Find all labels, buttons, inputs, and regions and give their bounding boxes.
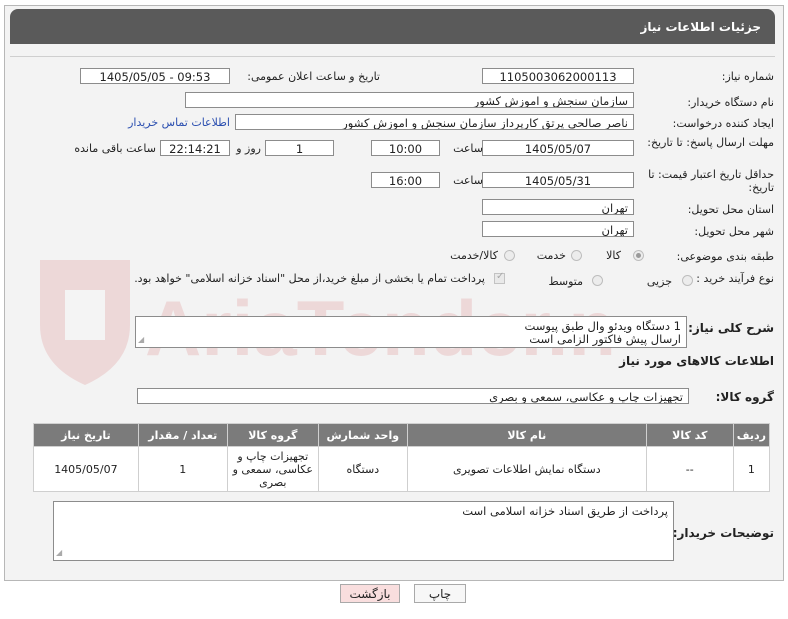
- goods-info-heading: اطلاعات کالاهای مورد نیاز: [619, 354, 774, 368]
- buyer-org-field: سازمان سنجش و اموزش کشور: [185, 92, 634, 108]
- contact-info-link[interactable]: اطلاعات تماس خریدار: [128, 116, 230, 129]
- treasury-payment-note: پرداخت تمام یا بخشی از مبلغ خرید،از محل …: [134, 272, 485, 285]
- cell-item-group: تجهیزات چاپ و عکاسی، سمعی و بصری: [226, 446, 319, 492]
- col-row-number: ردیف: [732, 423, 771, 447]
- goods-table: ردیف کد کالا نام کالا واحد شمارش گروه کا…: [33, 423, 771, 492]
- need-number-field: 1105003062000113: [482, 68, 634, 84]
- process-medium-radio[interactable]: [592, 275, 603, 286]
- reply-date-field: 1405/05/07: [482, 140, 634, 156]
- print-button[interactable]: چاپ: [414, 584, 466, 603]
- page-header: جزئیات اطلاعات نیاز: [10, 9, 775, 44]
- cell-quantity: 1: [137, 446, 228, 492]
- buyer-notes-label: توضیحات خریدار:: [672, 526, 774, 540]
- col-item-name: نام کالا: [406, 423, 647, 447]
- category-goods-radio[interactable]: [633, 250, 644, 261]
- process-label: نوع فرآیند خرید :: [696, 272, 774, 285]
- announce-datetime-label: تاریخ و ساعت اعلان عمومی:: [247, 70, 380, 83]
- watermark-shield-icon: [40, 260, 130, 385]
- category-goods-label: کالا: [606, 249, 621, 262]
- cell-item-name: دستگاه نمایش اطلاعات تصویری: [406, 446, 647, 492]
- day-and-label: روز و: [236, 142, 261, 155]
- reply-deadline-label: مهلت ارسال پاسخ: تا تاریخ:: [647, 136, 774, 149]
- category-goods-service-label: کالا/خدمت: [450, 249, 498, 262]
- col-item-code: کد کالا: [645, 423, 734, 447]
- resize-grip-icon[interactable]: ◢: [138, 333, 144, 346]
- resize-grip-icon[interactable]: ◢: [56, 546, 62, 559]
- category-goods-service-radio[interactable]: [504, 250, 515, 261]
- general-desc-line-2: ارسال پیش فاکتور الزامی است: [529, 332, 681, 346]
- province-label: استان محل تحویل:: [687, 203, 774, 216]
- process-minor-radio[interactable]: [682, 275, 693, 286]
- buyer-notes-field: پرداخت از طریق اسناد خزانه اسلامی است ◢: [53, 501, 674, 561]
- cell-row-number: 1: [732, 446, 771, 492]
- general-desc-field: 1 دستگاه ویدئو وال طبق پیوست ارسال پیش ف…: [135, 316, 687, 348]
- requester-field: ناصر صالحی پرتق کارپرداز سازمان سنجش و ا…: [235, 114, 634, 130]
- category-service-label: خدمت: [536, 249, 566, 262]
- announce-datetime-field: 1405/05/05 - 09:53: [80, 68, 230, 84]
- province-field: تهران: [482, 199, 634, 215]
- price-time-field: 16:00: [371, 172, 440, 188]
- goods-table-header: ردیف کد کالا نام کالا واحد شمارش گروه کا…: [33, 423, 771, 447]
- page-title: جزئیات اطلاعات نیاز: [640, 20, 761, 34]
- back-button[interactable]: بازگشت: [340, 584, 400, 603]
- treasury-payment-checkbox[interactable]: [494, 271, 505, 284]
- header-divider: [10, 56, 775, 57]
- buyer-org-label: نام دستگاه خریدار:: [687, 96, 774, 109]
- reply-time-field: 10:00: [371, 140, 440, 156]
- category-label: طبقه بندی موضوعی:: [676, 250, 774, 263]
- goods-group-field: تجهیزات چاپ و عکاسی، سمعی و بصری: [137, 388, 689, 404]
- need-number-label: شماره نیاز:: [721, 70, 774, 83]
- cell-unit: دستگاه: [317, 446, 408, 492]
- city-field: تهران: [482, 221, 634, 237]
- reply-time-label: ساعت: [453, 142, 483, 155]
- price-validity-label: حداقل تاریخ اعتبار قیمت: تا تاریخ:: [648, 168, 774, 194]
- price-time-label: ساعت: [453, 174, 483, 187]
- cell-item-code: --: [645, 446, 734, 492]
- days-remaining-field: 1: [265, 140, 334, 156]
- category-service-radio[interactable]: [571, 250, 582, 261]
- price-date-field: 1405/05/31: [482, 172, 634, 188]
- buyer-notes-text: پرداخت از طریق اسناد خزانه اسلامی است: [462, 504, 668, 518]
- col-unit: واحد شمارش: [317, 423, 408, 447]
- col-quantity: تعداد / مقدار: [137, 423, 228, 447]
- city-label: شهر محل تحویل:: [694, 225, 774, 238]
- col-item-group: گروه کالا: [226, 423, 319, 447]
- process-medium-label: متوسط: [548, 275, 583, 288]
- remaining-label: ساعت باقی مانده: [74, 142, 156, 155]
- general-desc-label: شرح کلی نیاز:: [688, 321, 774, 335]
- remaining-time-field: 22:14:21: [160, 140, 230, 156]
- cell-need-date: 1405/05/07: [33, 446, 139, 492]
- col-need-date: تاریخ نیاز: [33, 423, 139, 447]
- goods-group-label: گروه کالا:: [715, 390, 774, 404]
- table-row: 1 -- دستگاه نمایش اطلاعات تصویری دستگاه …: [33, 446, 771, 492]
- process-minor-label: جزیی: [646, 275, 672, 288]
- requester-label: ایجاد کننده درخواست:: [672, 117, 774, 130]
